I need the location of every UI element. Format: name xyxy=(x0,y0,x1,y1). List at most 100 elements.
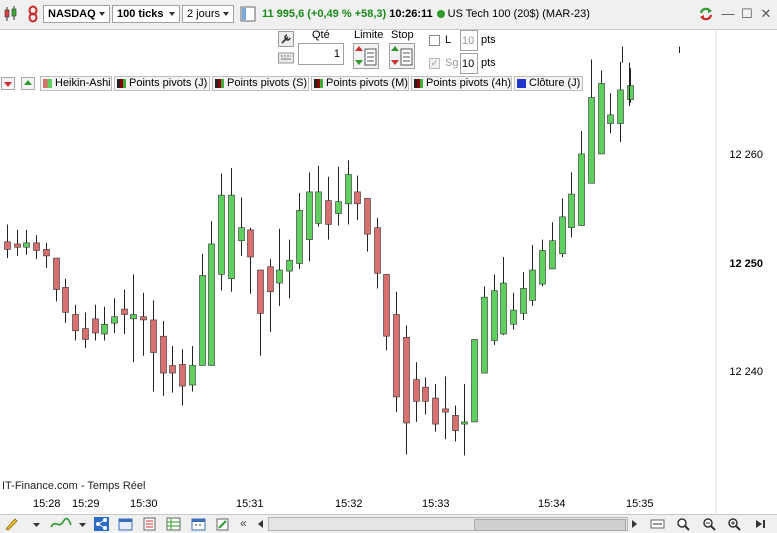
candle-up[interactable] xyxy=(345,174,352,205)
candle-down[interactable] xyxy=(150,319,157,353)
candle-up[interactable] xyxy=(500,282,507,335)
time-scrollbar[interactable] xyxy=(268,517,628,531)
candle-up[interactable] xyxy=(306,191,313,240)
scroll-left-fast-icon[interactable]: « xyxy=(240,516,247,530)
minimize-icon[interactable]: — xyxy=(719,5,737,23)
table-icon[interactable] xyxy=(166,517,181,531)
candle-up[interactable] xyxy=(539,250,546,285)
sidebar-toggle-icon[interactable] xyxy=(240,6,256,22)
candle-up[interactable] xyxy=(218,194,225,275)
candle-up[interactable] xyxy=(111,316,118,324)
keyboard-icon[interactable] xyxy=(278,51,294,65)
l-points-input[interactable]: 10 xyxy=(460,30,478,51)
candle-down[interactable] xyxy=(432,397,439,425)
candle-down[interactable] xyxy=(383,274,390,337)
expand-up-icon[interactable] xyxy=(21,77,35,90)
candle-down[interactable] xyxy=(247,229,254,258)
maximize-icon[interactable]: ☐ xyxy=(738,5,756,23)
link-icon[interactable] xyxy=(24,5,42,23)
candle-up[interactable] xyxy=(510,309,517,325)
limit-order-icon[interactable] xyxy=(353,43,379,69)
candle-down[interactable] xyxy=(325,200,332,225)
candle-up[interactable] xyxy=(130,314,137,320)
candle-down[interactable] xyxy=(403,336,410,424)
candle-up[interactable] xyxy=(238,227,245,242)
candle-up[interactable] xyxy=(199,275,206,366)
candle-down[interactable] xyxy=(14,243,21,248)
candle-down[interactable] xyxy=(53,257,60,290)
candle-down[interactable] xyxy=(72,314,79,332)
candle-down[interactable] xyxy=(354,191,361,205)
candle-down[interactable] xyxy=(179,364,186,387)
indicator-pivots-4h[interactable]: Points pivots (4h) xyxy=(411,76,512,91)
candle-up[interactable] xyxy=(101,323,108,335)
candle-up[interactable] xyxy=(228,194,235,279)
candle-down[interactable] xyxy=(121,308,128,315)
period-select[interactable]: 2 jours xyxy=(182,5,234,23)
zoom-search-icon[interactable] xyxy=(676,517,691,531)
candlestick-chart[interactable] xyxy=(0,29,777,514)
candle-up[interactable] xyxy=(491,290,498,341)
indicator-pivots-j[interactable]: Points pivots (J) xyxy=(114,76,210,91)
scroll-left-icon[interactable] xyxy=(256,517,266,531)
sg-checkbox[interactable]: ✓ xyxy=(429,58,440,69)
candle-down[interactable] xyxy=(82,328,89,340)
candle-up[interactable] xyxy=(588,97,595,184)
zoom-in-icon[interactable] xyxy=(727,517,742,531)
candle-up[interactable] xyxy=(315,191,322,224)
candle-up[interactable] xyxy=(481,296,488,374)
scroll-right-icon[interactable] xyxy=(629,517,639,531)
chevron-down-icon[interactable] xyxy=(32,517,41,531)
candle-up[interactable] xyxy=(286,259,293,272)
candle-up[interactable] xyxy=(568,193,575,228)
candle-down[interactable] xyxy=(257,269,264,314)
candle-up[interactable] xyxy=(461,421,468,425)
scrollbar-thumb[interactable] xyxy=(474,519,626,531)
candle-up[interactable] xyxy=(276,269,283,284)
tools-icon[interactable] xyxy=(215,517,230,531)
candle-up[interactable] xyxy=(471,339,478,423)
candle-down[interactable] xyxy=(442,408,449,413)
share-icon[interactable] xyxy=(94,517,109,531)
wrench-icon[interactable] xyxy=(278,31,294,47)
candle-up[interactable] xyxy=(598,83,605,155)
scroll-right-end-icon[interactable] xyxy=(752,517,767,531)
candle-down[interactable] xyxy=(140,316,147,321)
ticks-select[interactable]: 100 ticks xyxy=(112,5,180,23)
candle-down[interactable] xyxy=(422,386,429,402)
candle-down[interactable] xyxy=(267,266,274,293)
qty-input[interactable]: 1 xyxy=(298,43,344,65)
collapse-down-icon[interactable] xyxy=(1,77,15,90)
candle-up[interactable] xyxy=(335,201,342,214)
candle-up[interactable] xyxy=(627,85,634,100)
candle-down[interactable] xyxy=(62,287,69,313)
instrument-select[interactable]: NASDAQ xyxy=(43,5,110,23)
candlestick-chart-icon[interactable] xyxy=(3,5,21,23)
indicator-pivots-s[interactable]: Points pivots (S) xyxy=(212,76,309,91)
candle-down[interactable] xyxy=(374,227,381,274)
indicator-cloture-j[interactable]: Clôture (J) xyxy=(514,76,583,91)
calendar-icon[interactable] xyxy=(191,517,206,531)
candle-up[interactable] xyxy=(607,114,614,124)
candle-down[interactable] xyxy=(364,198,371,235)
candle-up[interactable] xyxy=(549,240,556,270)
window-icon[interactable] xyxy=(118,517,133,531)
candle-down[interactable] xyxy=(92,318,99,334)
list-icon[interactable] xyxy=(142,517,157,531)
candle-down[interactable] xyxy=(33,242,40,251)
candle-down[interactable] xyxy=(160,335,167,374)
candle-up[interactable] xyxy=(617,89,624,124)
fit-icon[interactable] xyxy=(650,517,665,531)
indicator-heikin-ashi[interactable]: Heikin-Ashi xyxy=(40,76,112,91)
candle-down[interactable] xyxy=(4,241,11,250)
candle-up[interactable] xyxy=(296,210,303,264)
pencil-icon[interactable] xyxy=(4,517,19,531)
candle-up[interactable] xyxy=(529,269,536,301)
indicator-pivots-m[interactable]: Points pivots (M) xyxy=(311,76,409,91)
chart-type-icon[interactable] xyxy=(50,517,72,531)
zoom-out-icon[interactable] xyxy=(702,517,717,531)
chevron-down-icon[interactable] xyxy=(78,517,87,531)
candle-up[interactable] xyxy=(559,216,566,255)
candle-up[interactable] xyxy=(23,242,30,248)
stop-order-icon[interactable] xyxy=(389,43,415,69)
